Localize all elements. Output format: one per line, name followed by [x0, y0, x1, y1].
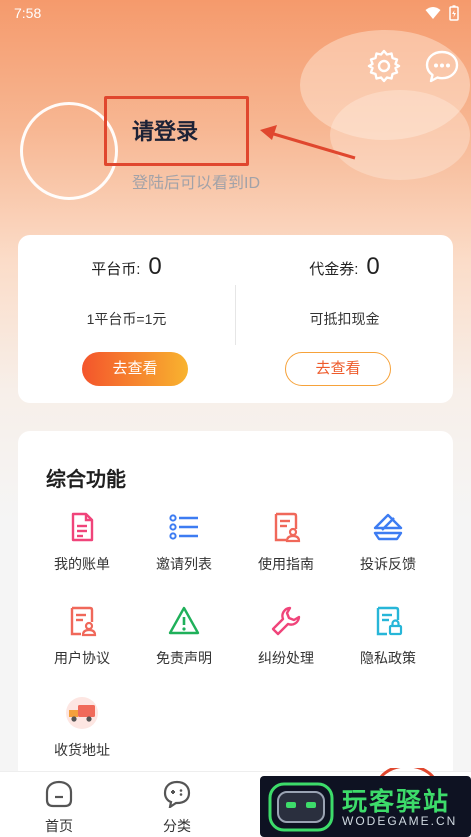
func-item-label: 收货地址 [54, 742, 110, 758]
nav-item-category[interactable]: 分类 [147, 778, 207, 834]
robot-icon [268, 782, 334, 832]
func-item-label: 用户协议 [54, 650, 110, 666]
nav-item-label: 首页 [45, 818, 73, 834]
voucher-desc: 可抵扣现金 [309, 311, 380, 327]
status-time: 7:58 [14, 5, 42, 21]
list-icon [169, 514, 198, 540]
func-item-bill[interactable]: 我的账单 [32, 511, 132, 591]
func-item-label: 我的账单 [54, 556, 110, 572]
gear-icon[interactable] [366, 48, 402, 84]
func-item-label: 纠纷处理 [258, 650, 314, 666]
wallet-card: 平台币: 0 1平台币=1元 去查看 代金券: 0 可抵扣现金 去查看 [18, 235, 453, 403]
feedback-icon [373, 513, 403, 541]
func-item-label: 免责声明 [156, 650, 212, 666]
nav-item-home[interactable]: 首页 [29, 778, 89, 834]
category-icon [163, 780, 191, 808]
functions-title: 综合功能 [46, 469, 126, 491]
login-subtitle: 登陆后可以看到ID [132, 175, 261, 192]
guide-icon [274, 512, 301, 543]
voucher-value: 0 [366, 253, 380, 280]
platform-coin-value: 0 [148, 253, 162, 280]
func-item-label: 使用指南 [258, 556, 314, 572]
func-item-dispute[interactable]: 纠纷处理 [236, 605, 336, 685]
annotation-highlight-box [104, 96, 249, 166]
func-item-label: 邀请列表 [156, 556, 212, 572]
func-item-guide[interactable]: 使用指南 [236, 511, 336, 591]
func-item-privacy[interactable]: 隐私政策 [338, 605, 438, 685]
annotation-arrow-icon [260, 125, 356, 160]
platform-coin-desc: 1平台币=1元 [86, 311, 167, 327]
func-item-feedback[interactable]: 投诉反馈 [338, 511, 438, 591]
watermark-logo: 玩客驿站 WODEGAME.CN [260, 776, 471, 837]
delivery-truck-icon [66, 697, 98, 729]
nav-item-label: 分类 [163, 818, 191, 834]
chat-bubble-icon[interactable] [424, 48, 460, 84]
agreement-icon [70, 606, 97, 637]
status-bar: 7:58 [0, 0, 471, 28]
platform-coin-view-button[interactable]: 去查看 [82, 352, 188, 386]
voucher-section: 代金券: 0 可抵扣现金 去查看 [236, 235, 453, 403]
home-icon [45, 780, 73, 808]
func-item-invite-list[interactable]: 邀请列表 [134, 511, 234, 591]
wrench-icon [271, 606, 301, 636]
func-item-user-agreement[interactable]: 用户协议 [32, 605, 132, 685]
warning-icon [168, 606, 200, 635]
platform-coin-section: 平台币: 0 1平台币=1元 去查看 [18, 235, 235, 403]
bill-icon [71, 512, 94, 542]
wifi-icon [425, 7, 441, 19]
func-item-label: 隐私政策 [360, 650, 416, 666]
func-item-disclaimer[interactable]: 免责声明 [134, 605, 234, 685]
voucher-view-button[interactable]: 去查看 [285, 352, 391, 386]
privacy-icon [376, 606, 403, 636]
func-item-label: 投诉反馈 [360, 556, 416, 572]
voucher-label: 代金券: [309, 261, 359, 278]
functions-card: 综合功能 我的账单 邀请列表 使用指南 投诉反馈 用户协议 免责声明 纠纷处理 … [18, 431, 453, 781]
func-item-address[interactable]: 收货地址 [32, 697, 132, 777]
watermark-subtitle: WODEGAME.CN [342, 814, 458, 828]
battery-icon [449, 5, 459, 21]
platform-coin-label: 平台币: [91, 261, 141, 278]
watermark-title: 玩客驿站 [342, 788, 451, 816]
